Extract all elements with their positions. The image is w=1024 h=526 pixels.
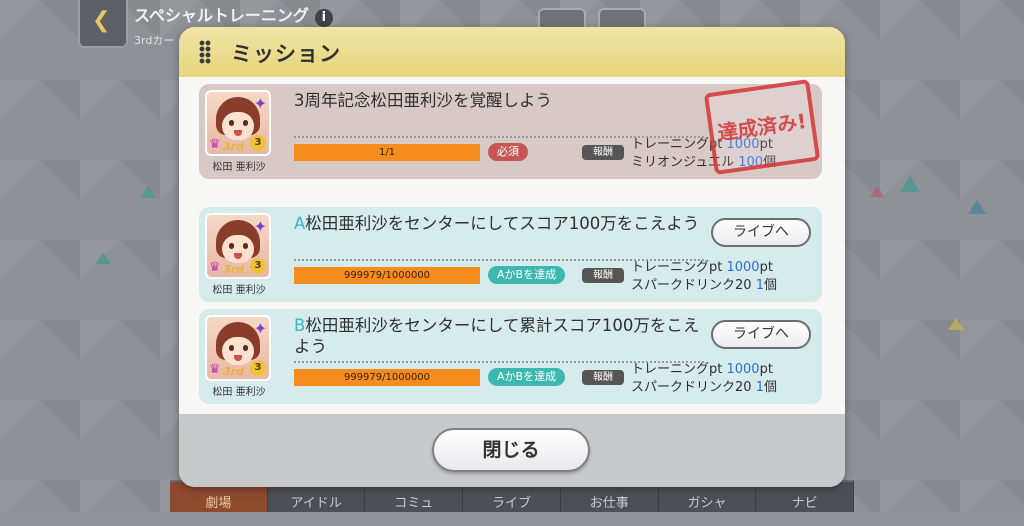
star-icon: ✦ — [253, 217, 267, 236]
mission-dialog: ミッション ✦ ♛ 3rd 3 松田 亜利沙 3周年記念松田亜利沙を覚醒しよう … — [179, 27, 845, 487]
mission-card-b: ✦ ♛ 3rd 3 松田 亜利沙 B松田亜利沙をセンターにして累計スコア100万… — [199, 309, 822, 404]
decor-triangle — [95, 252, 111, 264]
mission-title: A松田亜利沙をセンターにしてスコア100万をこえよう — [294, 214, 700, 233]
reward-label: 報酬 — [582, 370, 624, 385]
rank-icon: 3rd — [223, 263, 244, 276]
star-icon: ✦ — [253, 319, 267, 338]
progress-bar: 1/1 — [294, 144, 480, 161]
progress-bar: 999979/1000000 — [294, 267, 480, 284]
decor-triangle — [140, 186, 156, 198]
crown-icon: ♛ — [209, 260, 221, 275]
idol-thumbnail: ✦ ♛ 3rd 3 — [205, 213, 271, 279]
level-badge-icon: 3 — [250, 258, 266, 274]
decor-triangle — [870, 186, 884, 197]
level-badge-icon: 3 — [250, 135, 266, 151]
reward-text: トレーニングpt 1000pt スパークドリンク20 1個 — [631, 260, 777, 293]
condition-badge: 必須 — [488, 143, 528, 161]
idol-name: 松田 亜利沙 — [212, 387, 266, 398]
idol-thumbnail: ✦ ♛ 3rd 3 — [205, 90, 271, 156]
rank-icon: 3rd — [223, 365, 244, 378]
decor-triangle — [968, 200, 986, 214]
decor-triangle — [900, 176, 920, 192]
crown-icon: ♛ — [209, 137, 221, 152]
dialog-header: ミッション — [179, 27, 845, 77]
grip-icon — [199, 40, 211, 64]
condition-badge: AかBを達成 — [488, 368, 566, 386]
close-button[interactable]: 閉じる — [432, 428, 590, 472]
reward-label: 報酬 — [582, 145, 624, 160]
idol-thumbnail: ✦ ♛ 3rd 3 — [205, 315, 271, 381]
progress-bar: 999979/1000000 — [294, 369, 480, 386]
screen-title: スペシャルトレーニング i — [134, 2, 333, 27]
idol-name: 松田 亜利沙 — [212, 162, 266, 173]
level-badge-icon: 3 — [250, 360, 266, 376]
idol-name: 松田 亜利沙 — [212, 285, 266, 296]
screen-title-text: スペシャルトレーニング — [134, 6, 309, 25]
back-button[interactable]: ❮ — [78, 0, 128, 48]
reward-text: トレーニングpt 1000pt スパークドリンク20 1個 — [631, 362, 777, 395]
mission-list[interactable]: ✦ ♛ 3rd 3 松田 亜利沙 3周年記念松田亜利沙を覚醒しよう 1/1 必須… — [179, 77, 845, 414]
dialog-footer: 閉じる — [179, 414, 845, 487]
mission-card-completed: ✦ ♛ 3rd 3 松田 亜利沙 3周年記念松田亜利沙を覚醒しよう 1/1 必須… — [199, 79, 822, 179]
mission-title: B松田亜利沙をセンターにして累計スコア100万をこえよう — [294, 316, 700, 356]
screen-subtitle: 3rdカー — [134, 34, 175, 47]
info-icon[interactable]: i — [314, 9, 333, 27]
dialog-title: ミッション — [231, 42, 341, 66]
mission-title: 3周年記念松田亜利沙を覚醒しよう — [294, 91, 552, 110]
decor-triangle — [948, 318, 964, 330]
star-icon: ✦ — [253, 94, 267, 113]
chevron-left-icon: ❮ — [92, 8, 111, 33]
live-button[interactable]: ライブへ — [711, 218, 811, 247]
reward-label: 報酬 — [582, 268, 624, 283]
completed-stamp: 達成済み! — [703, 79, 821, 175]
crown-icon: ♛ — [209, 362, 221, 377]
mission-card-a: ✦ ♛ 3rd 3 松田 亜利沙 A松田亜利沙をセンターにしてスコア100万をこ… — [199, 207, 822, 302]
rank-icon: 3rd — [223, 140, 244, 153]
condition-badge: AかBを達成 — [488, 266, 566, 284]
live-button[interactable]: ライブへ — [711, 320, 811, 349]
